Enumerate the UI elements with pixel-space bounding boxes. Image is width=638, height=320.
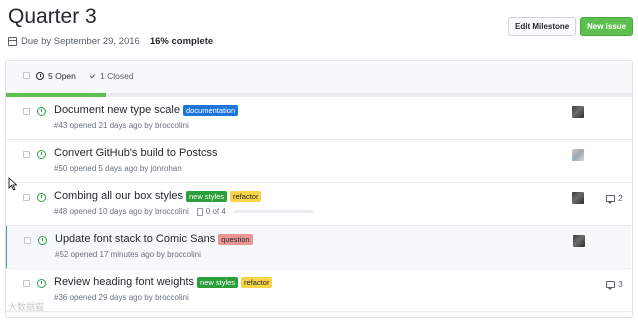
issue-meta-text: #50 opened 5 days ago by jonrohan <box>54 164 182 173</box>
issues-panel-header: 5 Open 1 Closed <box>6 61 632 97</box>
calendar-icon <box>8 37 17 46</box>
tab-closed-label: 1 Closed <box>100 71 134 81</box>
tab-open[interactable]: 5 Open <box>36 71 76 81</box>
issue-row[interactable]: Convert GitHub's build to Postcss #50 ope… <box>6 140 632 183</box>
tab-open-label: 5 Open <box>48 71 76 81</box>
task-progress: 0 of 4 <box>196 207 314 216</box>
issue-meta: #50 opened 5 days ago by jonrohan <box>54 164 182 173</box>
issue-meta-text: #52 opened 17 minutes ago by broccolini <box>55 250 201 259</box>
issue-title-text[interactable]: Convert GitHub's build to Postcss <box>54 147 218 159</box>
percent-complete: 16% complete <box>149 36 214 47</box>
edit-milestone-button[interactable]: Edit Milestone <box>508 17 577 36</box>
issue-row[interactable]: Combing all our box styles new styles refa… <box>6 183 632 226</box>
issue-label[interactable]: new styles <box>197 276 239 288</box>
assignee-avatar[interactable] <box>572 106 584 118</box>
issue-meta-text: #48 opened 10 days ago by broccolini <box>54 207 189 216</box>
issue-opened-icon <box>37 279 46 288</box>
task-progress-bar <box>233 210 314 213</box>
select-all-checkbox[interactable] <box>23 72 30 79</box>
due-date: Due by September 29, 2016 <box>21 36 140 47</box>
issue-meta: #36 opened 29 days ago by broccolini <box>54 293 189 302</box>
comment-count-text: 3 <box>618 279 623 289</box>
issue-title[interactable]: Combing all our box styles new styles refa… <box>54 190 262 202</box>
mouse-cursor-icon <box>8 177 18 191</box>
issue-label[interactable]: documentation <box>182 104 239 116</box>
comment-count[interactable]: 3 <box>606 279 623 290</box>
checklist-icon <box>196 207 203 216</box>
check-icon <box>89 72 96 78</box>
issue-checkbox[interactable] <box>24 237 31 244</box>
issue-title-text[interactable]: Update font stack to Comic Sans <box>55 233 215 245</box>
tab-closed[interactable]: 1 Closed <box>89 71 134 81</box>
comment-icon <box>606 280 615 290</box>
issue-opened-icon <box>38 236 47 245</box>
issue-row[interactable]: Document new type scale documentation #43 … <box>6 97 632 140</box>
issues-panel: 5 Open 1 Closed Document new type scale d… <box>5 60 633 318</box>
issue-meta: #48 opened 10 days ago by broccolini 0 of… <box>54 207 314 216</box>
new-issue-button[interactable]: New issue <box>580 17 634 36</box>
issue-title[interactable]: Review heading font weights new styles ref… <box>54 276 273 288</box>
issue-checkbox[interactable] <box>23 108 30 115</box>
issue-row[interactable]: Review heading font weights new styles ref… <box>6 269 632 312</box>
milestone-meta: Due by September 29, 2016 16% complete <box>8 36 213 47</box>
issue-meta-text: #43 opened 21 days ago by broccolini <box>54 121 189 130</box>
issue-opened-icon <box>37 107 46 116</box>
issue-opened-icon <box>36 72 44 80</box>
issue-title[interactable]: Update font stack to Comic Sans question <box>55 233 253 245</box>
milestone-header: Quarter 3 Due by September 29, 2016 16% … <box>8 4 634 54</box>
issue-meta: #52 opened 17 minutes ago by broccolini <box>55 250 201 259</box>
issue-label[interactable]: refactor <box>241 276 273 288</box>
assignee-avatar[interactable] <box>572 192 584 204</box>
task-progress-text: 0 of 4 <box>205 207 226 216</box>
issue-row[interactable]: Update font stack to Comic Sans question #… <box>6 226 631 269</box>
assignee-avatar[interactable] <box>573 235 585 247</box>
issue-meta-text: #36 opened 29 days ago by broccolini <box>54 293 189 302</box>
issue-meta: #43 opened 21 days ago by broccolini <box>54 121 189 130</box>
issue-opened-icon <box>37 193 46 202</box>
issue-title-text[interactable]: Review heading font weights <box>54 276 194 288</box>
issue-opened-icon <box>37 150 46 159</box>
watermark: 大数据猫 <box>8 302 45 312</box>
issue-checkbox[interactable] <box>23 194 30 201</box>
issue-title[interactable]: Document new type scale documentation <box>54 104 239 116</box>
issue-checkbox[interactable] <box>23 280 30 287</box>
comment-icon <box>606 194 615 204</box>
comment-count-text: 2 <box>618 193 623 203</box>
comment-count[interactable]: 2 <box>606 193 623 204</box>
issue-title-text[interactable]: Document new type scale <box>54 104 180 116</box>
issue-label[interactable]: question <box>218 233 253 245</box>
issue-label[interactable]: refactor <box>230 190 262 202</box>
issue-checkbox[interactable] <box>23 151 30 158</box>
milestone-title: Quarter 3 <box>8 5 97 28</box>
issue-title-text[interactable]: Combing all our box styles <box>54 190 183 202</box>
issue-label[interactable]: new styles <box>186 190 228 202</box>
issue-title[interactable]: Convert GitHub's build to Postcss <box>54 147 218 159</box>
assignee-avatar[interactable] <box>572 149 584 161</box>
